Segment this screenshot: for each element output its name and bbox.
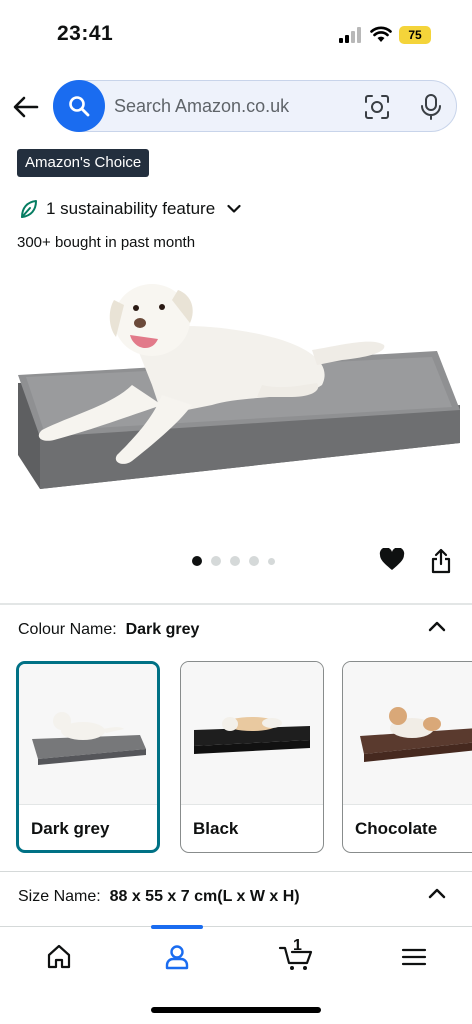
search-icon [69, 96, 90, 117]
size-name-row: Size Name: 88 x 55 x 7 cm(L x W x H) [18, 888, 300, 906]
product-image[interactable] [12, 265, 462, 505]
colour-swatch-chocolate[interactable]: Chocolate [342, 661, 472, 853]
carousel-dot[interactable] [249, 556, 259, 566]
leaf-icon [21, 200, 37, 218]
sustainability-feature-toggle[interactable]: 1 sustainability feature [19, 199, 241, 219]
colour-name-row: Colour Name: Dark grey [18, 621, 199, 639]
share-icon[interactable] [430, 548, 452, 574]
home-indicator [151, 1007, 321, 1013]
black-bed-thumbnail [194, 717, 310, 754]
swatch-image [181, 662, 323, 805]
swatch-label: Black [193, 819, 239, 838]
swatch-label: Dark grey [31, 819, 110, 838]
carousel-dot[interactable] [192, 556, 202, 566]
microphone-icon[interactable] [420, 93, 442, 121]
swatch-image [343, 662, 472, 805]
size-name-label: Size Name: [18, 888, 101, 905]
back-arrow-icon[interactable] [12, 93, 40, 121]
menu-icon[interactable] [399, 942, 429, 972]
section-divider [0, 871, 472, 872]
chevron-up-icon[interactable] [428, 886, 446, 900]
colour-selected-value: Dark grey [125, 621, 200, 638]
heart-icon[interactable] [379, 548, 405, 572]
search-bar [53, 80, 457, 132]
camera-search-icon[interactable] [364, 94, 390, 120]
wifi-icon [370, 26, 392, 42]
colour-swatch-dark-grey[interactable]: Dark grey [16, 661, 160, 853]
swatch-image [19, 664, 157, 805]
colour-name-label: Colour Name: [18, 621, 117, 638]
status-time: 23:41 [57, 22, 114, 45]
carousel-dot[interactable] [230, 556, 240, 566]
active-tab-indicator [151, 925, 203, 929]
sustainability-label: 1 sustainability feature [46, 199, 216, 218]
dark-grey-bed-thumbnail [32, 712, 146, 765]
search-button[interactable] [53, 80, 105, 132]
battery-indicator: 75 [399, 26, 431, 44]
swatch-label: Chocolate [355, 819, 438, 838]
account-icon[interactable] [162, 942, 192, 972]
search-input[interactable] [114, 94, 344, 118]
cellular-signal-icon [339, 27, 361, 43]
home-icon[interactable] [44, 942, 74, 972]
chevron-down-icon [227, 204, 241, 213]
bought-count-text: 300+ bought in past month [17, 234, 196, 251]
carousel-dot[interactable] [268, 557, 275, 565]
cart-count-badge: 1 [293, 937, 302, 954]
status-bar: 23:41 75 [0, 0, 472, 70]
amazons-choice-badge[interactable]: Amazon's Choice [17, 149, 150, 177]
size-selected-value: 88 x 55 x 7 cm(L x W x H) [109, 888, 300, 905]
chevron-up-icon[interactable] [428, 619, 446, 633]
image-carousel-dots[interactable] [192, 556, 275, 566]
carousel-dot[interactable] [211, 556, 221, 566]
section-divider [0, 603, 472, 605]
colour-swatch-black[interactable]: Black [180, 661, 324, 853]
chocolate-bed-thumbnail [360, 707, 472, 762]
